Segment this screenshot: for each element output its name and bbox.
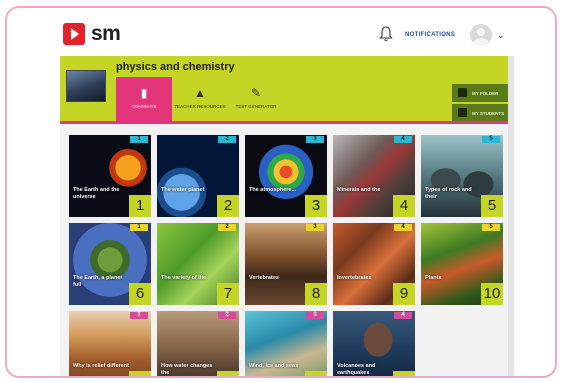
- button-label: MY FOLDER: [472, 90, 499, 96]
- unit-card[interactable]: 1 The Earth and the universe 1: [69, 135, 151, 217]
- unit-number: 2: [217, 195, 239, 217]
- unit-number: 14: [393, 371, 415, 376]
- my-folder-button[interactable]: MY FOLDER: [452, 84, 508, 102]
- unit-card[interactable]: 2 The water planet 2: [157, 135, 239, 217]
- unit-title: Wind, ice and seas: [249, 363, 299, 369]
- folder-icon: [458, 88, 467, 97]
- edit-icon: ✎: [250, 86, 262, 100]
- unit-title: The water planet: [161, 187, 205, 193]
- subject-thumbnail: [66, 70, 106, 102]
- unit-card[interactable]: 1 The Earth, a planet full 6: [69, 223, 151, 305]
- unit-card[interactable]: 2 The variety of life 7: [157, 223, 239, 305]
- unit-number: 1: [129, 195, 151, 217]
- unit-title: The atmosphere...: [249, 187, 297, 193]
- app-frame: sm NOTIFICATIONS ⌄ physics and chemistry…: [5, 6, 557, 378]
- unit-title: Invertebrates: [337, 275, 372, 281]
- unit-number: 11: [129, 371, 151, 376]
- unit-card[interactable]: 4 Minerals and the 4: [333, 135, 415, 217]
- tab-contents[interactable]: ▮ CONTENTS: [116, 77, 172, 121]
- unit-number: 5: [481, 195, 503, 217]
- unit-title: Vertebrates: [249, 275, 279, 281]
- unit-card[interactable]: 3 Vertebrates 8: [245, 223, 327, 305]
- unit-title: The Earth and the universe: [73, 187, 120, 200]
- tab-label: TEST GENERATOR: [235, 104, 277, 109]
- unit-badge: 3: [306, 136, 324, 143]
- unit-card[interactable]: 5 Plants 10: [421, 223, 503, 305]
- my-students-button[interactable]: MY STUDENTS: [452, 104, 508, 122]
- unit-title: The variety of life: [161, 275, 207, 281]
- person-icon: [458, 108, 467, 117]
- tab-test-generator[interactable]: ✎ TEST GENERATOR: [228, 77, 284, 121]
- book-icon: ▮: [140, 86, 148, 100]
- unit-badge: 3: [306, 312, 324, 319]
- logo-text: sm: [91, 22, 121, 45]
- unit-badge: 1: [130, 136, 148, 143]
- unit-badge: 2: [218, 312, 236, 319]
- unit-number: 12: [217, 371, 239, 376]
- unit-number: 8: [305, 283, 327, 305]
- unit-title: Minerals and the: [337, 187, 381, 193]
- unit-card[interactable]: 4 Volcanoes and earthquakes 14: [333, 311, 415, 376]
- chevron-down-icon[interactable]: ⌄: [497, 30, 505, 41]
- unit-number: 4: [393, 195, 415, 217]
- subject-bar: physics and chemistry ▮ CONTENTS ▲ TEACH…: [60, 56, 508, 124]
- unit-badge: 5: [482, 224, 500, 231]
- unit-title: How water changes the: [161, 363, 213, 376]
- scrollbar[interactable]: [508, 56, 514, 376]
- unit-number: 6: [129, 283, 151, 305]
- top-header: sm NOTIFICATIONS ⌄: [7, 8, 555, 60]
- unit-badge: 4: [394, 224, 412, 231]
- unit-card[interactable]: 3 Wind, ice and seas 13: [245, 311, 327, 376]
- unit-card[interactable]: 2 How water changes the 12: [157, 311, 239, 376]
- unit-title: Plants: [425, 275, 442, 281]
- sm-logo-icon: [63, 23, 85, 45]
- user-avatar[interactable]: [470, 24, 492, 46]
- unit-card[interactable]: 3 The atmosphere... 3: [245, 135, 327, 217]
- unit-number: 3: [305, 195, 327, 217]
- bell-icon[interactable]: [379, 26, 393, 42]
- unit-badge: 2: [218, 224, 236, 231]
- notifications-link[interactable]: NOTIFICATIONS: [405, 32, 455, 38]
- subject-title: physics and chemistry: [116, 61, 235, 73]
- subject-panel: physics and chemistry ▮ CONTENTS ▲ TEACH…: [60, 56, 508, 376]
- button-label: MY STUDENTS: [472, 110, 505, 116]
- unit-badge: 2: [218, 136, 236, 143]
- unit-title: Volcanoes and earthquakes: [337, 363, 376, 376]
- unit-number: 13: [305, 371, 327, 376]
- unit-number: 7: [217, 283, 239, 305]
- unit-number: 9: [393, 283, 415, 305]
- unit-card[interactable]: 5 Types of rock and their 5: [421, 135, 503, 217]
- unit-badge: 5: [482, 136, 500, 143]
- accent-line: [60, 121, 508, 124]
- unit-title: The Earth, a planet full: [73, 275, 123, 288]
- tab-teacher-resources[interactable]: ▲ TEACHER RESOURCES: [172, 77, 228, 121]
- unit-card[interactable]: 4 Invertebrates 9: [333, 223, 415, 305]
- unit-badge: 4: [394, 312, 412, 319]
- unit-badge: 3: [306, 224, 324, 231]
- tab-label: CONTENTS: [131, 104, 157, 109]
- unit-badge: 1: [130, 312, 148, 319]
- unit-title: Why is relief different: [73, 363, 129, 369]
- unit-number: 10: [481, 283, 503, 305]
- sm-logo[interactable]: sm: [63, 22, 121, 46]
- graduation-cap-icon: ▲: [194, 86, 206, 100]
- unit-title: Types of rock and their: [425, 187, 472, 200]
- unit-badge: 1: [130, 224, 148, 231]
- unit-card[interactable]: 1 Why is relief different 11: [69, 311, 151, 376]
- unit-badge: 4: [394, 136, 412, 143]
- tab-label: TEACHER RESOURCES: [174, 104, 226, 109]
